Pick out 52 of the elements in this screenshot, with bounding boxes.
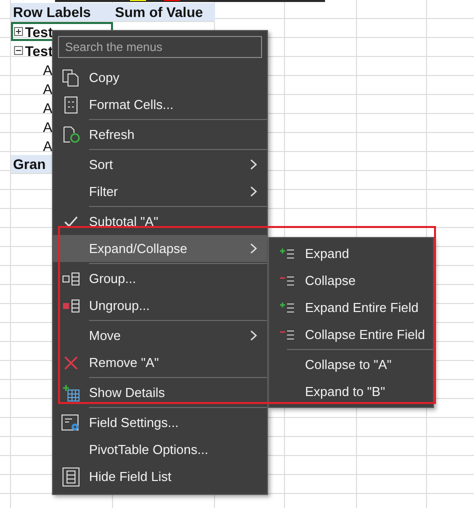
field-list-icon [62,466,80,486]
menu-item[interactable]: Show Details [53,379,267,406]
check-icon [64,216,78,228]
ungroup-icon [62,298,80,312]
row-label: A [43,98,52,116]
chevron-icon [250,243,257,254]
menu-item[interactable]: Filter [53,178,267,205]
row-label: Gran [13,155,46,173]
expand-icon [279,302,295,314]
search-field[interactable]: Search the menus [58,36,262,58]
menu-item[interactable]: Ungroup... [53,292,267,319]
menu-item[interactable]: Group... [53,265,267,292]
chevron-icon [250,159,257,170]
group-icon [62,272,80,286]
row-label: A [43,136,52,154]
menu-item[interactable]: Expand Entire Field [269,294,433,321]
expand-icon[interactable] [14,27,23,36]
menu-item[interactable]: Expand [269,240,433,267]
collapse-icon [279,328,295,340]
settings-icon [61,414,81,432]
expand-icon [279,248,295,260]
menu-item[interactable]: Field Settings... [53,409,267,436]
collapse-icon [279,274,295,286]
menu-item[interactable]: Refresh [53,121,267,148]
menu-item[interactable]: Collapse to "A" [269,351,433,378]
menu-item[interactable]: Expand to "B" [269,378,433,405]
row-label: Test [25,42,53,60]
copy-icon [62,68,80,86]
menu-item[interactable]: Collapse Entire Field [269,321,433,348]
menu-item[interactable]: Collapse [269,267,433,294]
remove-icon [64,356,78,370]
column-header: Row Labels [13,3,91,21]
format-icon [64,96,78,114]
menu-item[interactable]: Subtotal "A" [53,208,267,235]
menu-item[interactable]: Expand/Collapse [53,235,267,262]
row-label: A [43,60,52,78]
row-label: A [43,118,52,136]
menu-item[interactable]: PivotTable Options... [53,436,267,463]
menu-item[interactable]: Format Cells... [53,91,267,118]
refresh-icon [62,126,80,144]
menu-item[interactable]: Hide Field List [53,463,267,490]
menu-item[interactable]: Remove "A" [53,349,267,376]
column-header: Sum of Value [115,3,203,21]
row-label: A [43,80,52,98]
row-label: Test [25,22,53,40]
chevron-icon [250,330,257,341]
details-icon [62,384,80,402]
menu-item[interactable]: Sort [53,151,267,178]
menu-item[interactable]: Move [53,322,267,349]
collapse-icon[interactable] [14,46,23,55]
menu-item[interactable]: Copy [53,64,267,91]
chevron-icon [250,186,257,197]
